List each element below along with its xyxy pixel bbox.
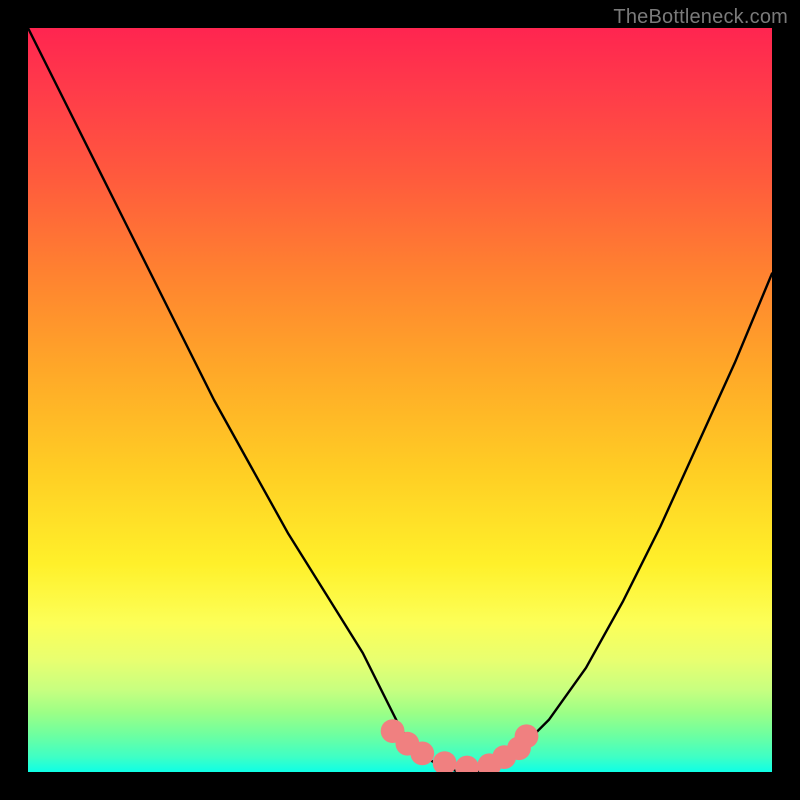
highlight-dot [433, 751, 457, 772]
watermark-text: TheBottleneck.com [613, 6, 788, 29]
plot-area [28, 28, 772, 772]
highlight-dot [410, 742, 434, 766]
curve-layer [28, 28, 772, 772]
highlight-dot [515, 724, 539, 748]
highlight-dot [455, 756, 479, 772]
bottleneck-curve [28, 28, 772, 772]
chart-frame: TheBottleneck.com [0, 0, 800, 800]
